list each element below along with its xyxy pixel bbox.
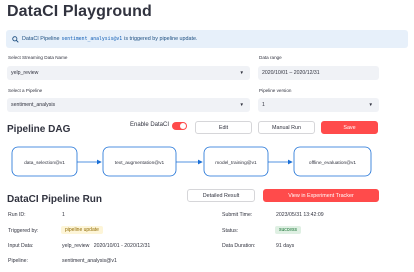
submit-time-key: Submit Time:: [222, 212, 253, 218]
input-data-key: Input Data:: [8, 243, 34, 249]
enable-dataci-toggle[interactable]: [172, 122, 187, 130]
dag-node-label: data_selection@v1: [24, 160, 65, 166]
pipeline-value: sentiment_analysis: [11, 102, 56, 108]
manual-run-button[interactable]: Manual Run: [258, 121, 315, 134]
streaming-data-label: Select Streaming Data Name: [8, 55, 68, 60]
save-button[interactable]: Save: [321, 121, 378, 134]
triggered-by-key: Triggered by:: [8, 228, 39, 234]
input-data-value: yelp_review 2020/10/01 - 2020/12/31: [62, 243, 151, 249]
dag-node[interactable]: text_augmentation@v1: [102, 146, 177, 177]
pipeline-label: Select a Pipeline: [8, 88, 43, 93]
submit-time-value: 2023/05/31 13:42:09: [276, 212, 324, 218]
data-duration-key: Data Duration:: [222, 243, 256, 249]
pipeline-dag-graph: data_selection@v1 text_augmentation@v1 m…: [11, 146, 372, 177]
data-range-input[interactable]: 2020/10/01 – 2020/12/31: [258, 66, 379, 80]
info-banner: DataCI Pipeline sentiment_analysis@v1 is…: [6, 30, 408, 48]
status-badge: success: [275, 226, 302, 234]
run-id-key: Run ID:: [8, 212, 26, 218]
toggle-knob: [180, 123, 186, 129]
dag-node-label: offline_evaluation@v1: [309, 160, 357, 166]
view-in-experiment-tracker-button[interactable]: View in Experiment Tracker: [263, 189, 379, 202]
run-id-value: 1: [62, 212, 65, 218]
chevron-down-icon: ▼: [368, 102, 373, 107]
info-icon: [12, 35, 19, 43]
dag-node-label: model_training@v1: [215, 160, 257, 166]
data-duration-value: 91 days: [276, 243, 295, 249]
dag-node[interactable]: model_training@v1: [203, 146, 269, 177]
pipeline-select[interactable]: sentiment_analysis ▼: [7, 98, 250, 112]
dag-node-label: text_augmentation@v1: [115, 160, 165, 166]
status-key: Status:: [222, 228, 239, 234]
detailed-result-button[interactable]: Detailed Result: [187, 189, 255, 202]
dag-node[interactable]: data_selection@v1: [11, 146, 78, 177]
pipeline-value-text: sentiment_analysis@v1: [62, 258, 117, 264]
pipeline-run-heading: DataCI Pipeline Run: [7, 194, 103, 205]
edit-button[interactable]: Edit: [195, 121, 252, 134]
pipeline-dag-heading: Pipeline DAG: [7, 124, 71, 135]
chevron-down-icon: ▼: [239, 70, 244, 75]
enable-dataci-label: Enable DataCI: [130, 122, 170, 128]
info-suffix: is triggered by pipeline update.: [124, 36, 198, 42]
pipeline-version-value: 1: [262, 102, 265, 108]
data-range-value: 2020/10/01 – 2020/12/31: [262, 70, 320, 76]
triggered-by-badge: pipeline update: [61, 226, 103, 234]
pipeline-version-label: Pipeline version: [259, 88, 292, 93]
pipeline-version-select[interactable]: 1 ▼: [258, 98, 379, 112]
streaming-data-select[interactable]: yelp_review ▼: [7, 66, 250, 80]
streaming-data-value: yelp_review: [11, 70, 39, 76]
chevron-down-icon: ▼: [239, 102, 244, 107]
info-prefix: DataCI Pipeline: [22, 36, 60, 42]
data-range-label: Data range: [259, 55, 282, 60]
dag-node[interactable]: offline_evaluation@v1: [293, 146, 372, 177]
info-code: sentiment_analysis@v1: [61, 36, 123, 42]
page-title: DataCI Playground: [7, 3, 152, 20]
pipeline-key: Pipeline:: [8, 258, 28, 264]
